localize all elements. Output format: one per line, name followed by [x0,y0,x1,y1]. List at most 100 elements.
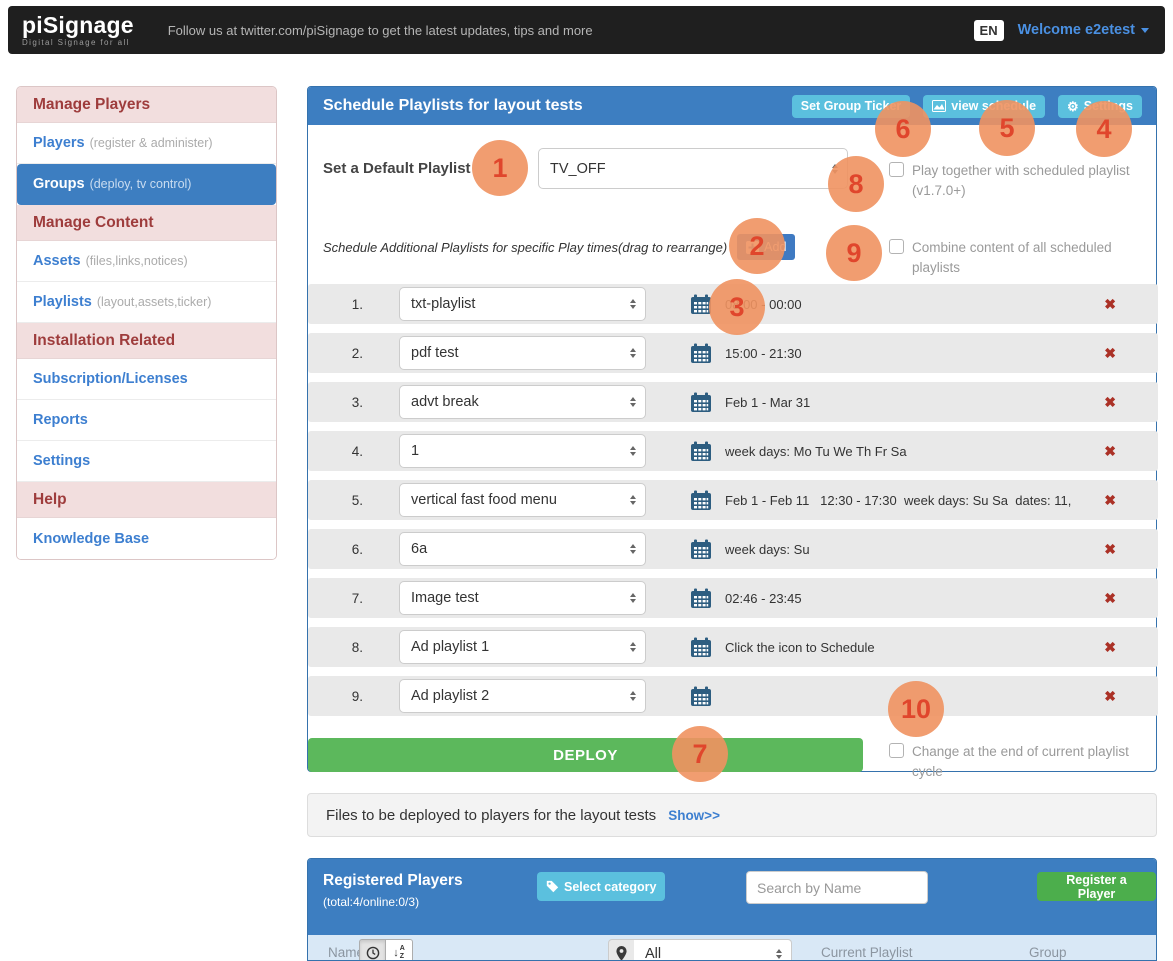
sidebar-item-knowledge-base[interactable]: Knowledge Base [17,518,276,559]
remove-playlist-button[interactable]: ✖ [1104,639,1116,656]
playlist-row-number: 3. [346,395,363,410]
combine-content-option: Combine content of all scheduled playlis… [889,238,1154,279]
deploy-button[interactable]: DEPLOY [308,738,863,772]
playlist-row: 6. 6a week days: Su ✖ [308,529,1158,569]
playlist-row: 5.vertical fast food menuFeb 1 - Feb 11 … [308,480,1158,520]
select-spinner-icon [630,593,636,603]
playlist-select[interactable]: 6a [399,532,646,566]
select-spinner-icon [630,642,636,652]
sidebar-header-manage-content: Manage Content [17,205,276,241]
sidebar-item-settings[interactable]: Settings [17,441,276,482]
calendar-icon[interactable] [691,539,712,560]
welcome-user-menu[interactable]: Welcome e2etest [1018,22,1149,38]
playlist-row: 8.Ad playlist 1Click the icon to Schedul… [308,627,1158,667]
sidebar-item-players[interactable]: Players(register & administer) [17,123,276,164]
playlist-select[interactable]: Image test [399,581,646,615]
playlist-row-number: 8. [346,640,363,655]
default-playlist-select[interactable]: TV_OFF [538,148,848,189]
app-logo: piSignage Digital Signage for all [22,14,134,47]
sidebar-item-subscription-licenses[interactable]: Subscription/Licenses [17,359,276,400]
playlist-select[interactable]: pdf test [399,336,646,370]
playlist-schedule-text: Feb 1 - Feb 11 12:30 - 17:30 week days: … [725,493,1071,508]
calendar-icon[interactable] [691,637,712,658]
change-cycle-option: Change at the end of current playlist cy… [889,742,1154,783]
gear-icon: ⚙ [1067,100,1079,113]
playlist-row: 7.Image test02:46 - 23:45✖ [308,578,1158,618]
sidebar-header-installation-related: Installation Related [17,323,276,359]
playlist-select[interactable]: 1 [399,434,646,468]
change-cycle-checkbox[interactable] [889,743,904,758]
registered-players-title: Registered Players [323,872,463,890]
location-filter-select[interactable]: All [634,939,792,961]
default-playlist-label: Set a Default Playlist [323,154,471,182]
change-cycle-label: Change at the end of current playlist cy… [912,742,1154,783]
group-column-header: Group [1029,945,1067,960]
remove-playlist-button[interactable]: ✖ [1104,541,1116,558]
annotation-circle-1: 1 [472,140,528,196]
welcome-user-label: Welcome e2etest [1018,22,1135,38]
register-player-button[interactable]: Register a Player [1037,872,1156,901]
playlist-select[interactable]: Ad playlist 1 [399,630,646,664]
play-together-checkbox[interactable] [889,162,904,177]
remove-playlist-button[interactable]: ✖ [1104,345,1116,362]
sidebar-item-playlists[interactable]: Playlists(layout,assets,ticker) [17,282,276,323]
playlist-row-number: 2. [346,346,363,361]
playlist-select[interactable]: advt break [399,385,646,419]
playlist-select[interactable]: Ad playlist 2 [399,679,646,713]
tag-icon [546,880,559,893]
select-category-button[interactable]: Select category [537,872,665,901]
playlist-row-number: 6. [346,542,363,557]
remove-playlist-button[interactable]: ✖ [1104,590,1116,607]
calendar-icon[interactable] [691,392,712,413]
playlist-row: 9.Ad playlist 2✖ [308,676,1158,716]
remove-playlist-button[interactable]: ✖ [1104,394,1116,411]
select-spinner-icon [630,397,636,407]
scheduled-playlists-list: 1.txt-playlist08:00 - 00:00✖2.pdf test15… [308,284,1158,725]
language-badge[interactable]: EN [974,20,1004,41]
logo-tagline: Digital Signage for all [22,39,134,47]
sidebar-nav: Manage PlayersPlayers(register & adminis… [16,86,277,560]
annotation-circle-4: 4 [1076,101,1132,157]
play-together-label: Play together with scheduled playlist (v… [912,161,1130,202]
sidebar-header-manage-players: Manage Players [17,87,276,123]
players-count-text: (total:4/online:0/3) [323,895,419,909]
chart-image-icon [932,100,946,112]
calendar-icon[interactable] [691,490,712,511]
sort-alpha-button[interactable]: ↓ AZ [386,939,413,961]
playlist-select[interactable]: vertical fast food menu [399,483,646,517]
sidebar-item-assets[interactable]: Assets(files,links,notices) [17,241,276,282]
sort-by-time-button[interactable] [359,939,386,961]
show-files-link[interactable]: Show>> [668,808,720,823]
sidebar-item-reports[interactable]: Reports [17,400,276,441]
playlist-row-number: 1. [346,297,363,312]
calendar-icon[interactable] [691,588,712,609]
playlist-schedule-text: 15:00 - 21:30 [725,346,802,361]
combine-content-checkbox[interactable] [889,239,904,254]
play-together-option: Play together with scheduled playlist (v… [889,161,1144,202]
remove-playlist-button[interactable]: ✖ [1104,296,1116,313]
calendar-icon[interactable] [691,343,712,364]
annotation-circle-3: 3 [709,279,765,335]
sidebar-item-groups[interactable]: Groups(deploy, tv control) [17,164,276,205]
annotation-circle-5: 5 [979,100,1035,156]
remove-playlist-button[interactable]: ✖ [1104,688,1116,705]
annotation-circle-9: 9 [826,225,882,281]
calendar-icon[interactable] [691,441,712,462]
registered-players-header: Registered Players (total:4/online:0/3) … [308,859,1156,935]
playlist-row-number: 4. [346,444,363,459]
select-spinner-icon [630,495,636,505]
annotation-circle-7: 7 [672,726,728,782]
playlist-row: 3.advt breakFeb 1 - Mar 31✖ [308,382,1158,422]
search-input[interactable] [746,871,928,904]
remove-playlist-button[interactable]: ✖ [1104,492,1116,509]
calendar-icon[interactable] [691,686,712,707]
page-title: Schedule Playlists for layout tests [323,97,583,115]
remove-playlist-button[interactable]: ✖ [1104,443,1116,460]
playlist-select[interactable]: txt-playlist [399,287,646,321]
playlist-schedule-text: 02:46 - 23:45 [725,591,802,606]
playlist-schedule-text: week days: Su [725,542,810,557]
playlist-row: 2. pdf test 15:00 - 21:30 ✖ [308,333,1158,373]
files-to-deploy-label: Files to be deployed to players for the … [326,807,656,824]
combine-content-label: Combine content of all scheduled playlis… [912,238,1154,279]
select-spinner-icon [630,544,636,554]
